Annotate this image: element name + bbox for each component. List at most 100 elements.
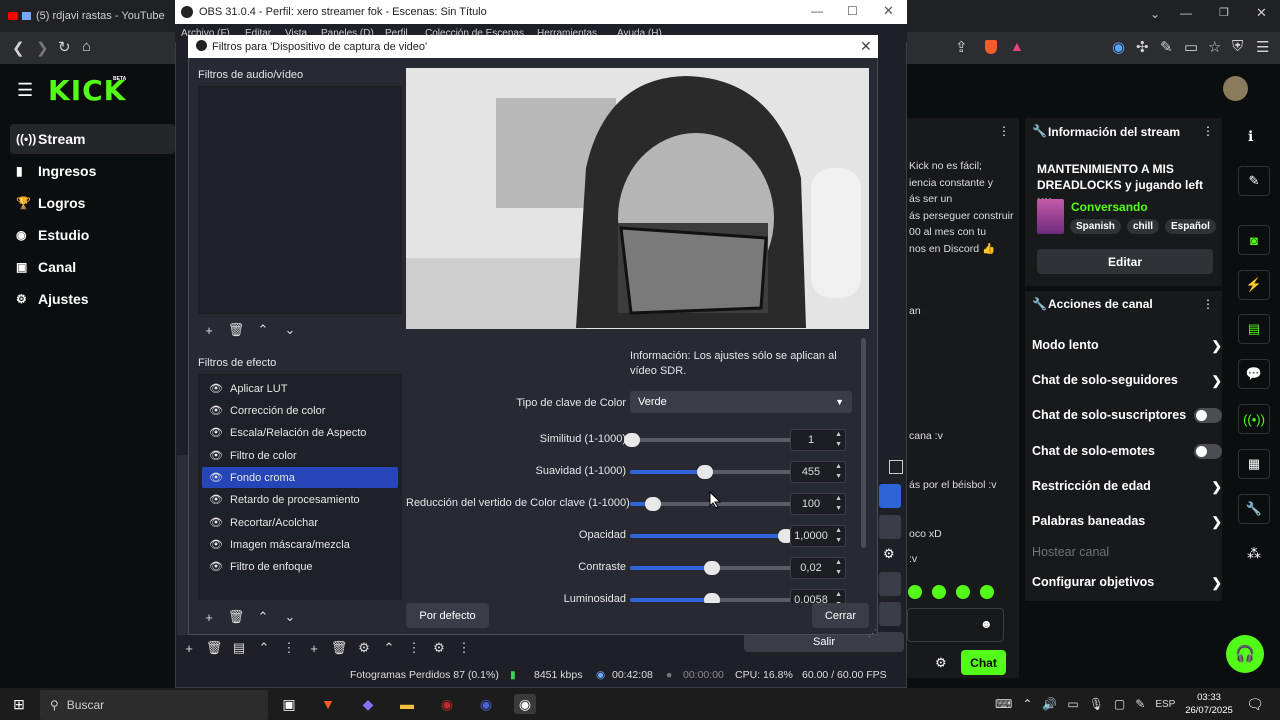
taskbar-search[interactable]: ⚲ Buscar — [40, 690, 268, 720]
panel-menu-icon[interactable]: ⋮ — [1202, 124, 1214, 138]
wallet-icon[interactable]: ▭ — [1184, 38, 1198, 56]
spin-arrows-icon[interactable]: ▲▼ — [835, 462, 842, 482]
pen-icon[interactable]: ✎ — [1135, 697, 1145, 711]
brave-shield-icon[interactable] — [985, 40, 997, 54]
mixer-settings-icon[interactable]: ⚙ — [428, 638, 450, 658]
defaults-button[interactable]: Por defecto — [406, 603, 489, 628]
close-window-icon[interactable]: ✕ — [1256, 5, 1267, 21]
app-red-icon[interactable]: ◉ — [436, 694, 458, 714]
notification-icon[interactable]: 🗨 — [1244, 694, 1266, 714]
nav-logros[interactable]: 🏆 Logros — [10, 188, 175, 218]
settings-gear-icon[interactable]: ⚙ — [883, 546, 895, 562]
avatar[interactable] — [1223, 76, 1248, 101]
eye-icon[interactable]: 👁 — [202, 449, 230, 462]
language-indicator[interactable]: ESP — [1155, 699, 1175, 710]
slider-handle[interactable] — [644, 497, 661, 511]
more-icon[interactable]: ⋮ — [403, 638, 425, 658]
eye-icon[interactable]: 👁 — [202, 538, 230, 551]
add-icon[interactable]: + — [178, 638, 200, 658]
resize-grip-icon[interactable]: ⋰ — [868, 628, 877, 639]
chevron-up-icon[interactable]: ⌃ — [253, 638, 275, 658]
filter-item[interactable]: 👁 Corrección de color — [202, 400, 398, 421]
voice-icon[interactable]: ◉ — [1112, 38, 1125, 56]
tag-pill[interactable]: chill — [1127, 219, 1160, 234]
filter-item[interactable]: 👁 Aplicar LUT — [202, 378, 398, 399]
share-icon[interactable]: ⇪ — [955, 38, 968, 56]
eye-icon[interactable]: 👁 — [202, 493, 230, 506]
key-type-select[interactable]: Verde ▼ — [630, 391, 852, 413]
brave-icon[interactable]: ▼ — [317, 694, 339, 714]
close-window-icon[interactable]: ✕ — [883, 3, 894, 19]
start-streaming-button[interactable] — [879, 484, 901, 508]
audio-video-filter-list[interactable] — [198, 86, 402, 314]
trash-icon[interactable]: 🗑 — [203, 638, 225, 658]
maximize-icon[interactable]: ☐ — [847, 4, 858, 18]
action-hostear-canal[interactable]: Hostear canal — [1032, 540, 1222, 564]
copilot-icon[interactable]: ◆ — [357, 694, 379, 714]
trash-icon[interactable]: 🗑 — [328, 638, 350, 658]
slider-handle[interactable] — [623, 433, 640, 447]
tag-pill[interactable]: Español — [1165, 219, 1216, 234]
filter-item[interactable]: 👁 Filtro de color — [202, 445, 398, 466]
home-icon[interactable]: ⌂ — [82, 38, 91, 55]
action-palabras-baneadas[interactable]: Palabras baneadas ❯ — [1032, 509, 1222, 533]
forward-icon[interactable]: ❯ — [36, 39, 49, 57]
filter-item[interactable]: 👁 Escala/Relación de Aspecto — [202, 422, 398, 443]
move-up-icon[interactable]: ⌃ — [252, 607, 274, 627]
back-icon[interactable]: ❮ — [12, 39, 25, 57]
value-spinbox[interactable]: 1 ▲ ▼ — [790, 429, 846, 451]
move-down-icon[interactable]: ⌄ — [279, 607, 301, 627]
volume-icon[interactable]: 🔊 — [1042, 697, 1057, 711]
action-restriccion-edad[interactable]: Restricción de edad ❯ — [1032, 474, 1222, 498]
slider-track[interactable] — [630, 561, 794, 575]
minimize-icon[interactable]: — — [811, 4, 823, 18]
add-filter-icon[interactable]: + — [198, 607, 220, 627]
spin-arrows-icon[interactable]: ▲▼ — [835, 430, 842, 450]
add-icon[interactable]: + — [303, 638, 325, 658]
action-solo-emotes[interactable]: Chat de solo-emotes — [1032, 439, 1222, 463]
action-solo-suscriptores[interactable]: Chat de solo-suscriptores — [1032, 403, 1222, 427]
move-down-icon[interactable]: ⌄ — [279, 320, 301, 340]
spin-arrows-icon[interactable]: ▲▼ — [835, 494, 842, 514]
eye-icon[interactable]: 👁 — [202, 471, 230, 484]
toggle-switch[interactable] — [1194, 443, 1222, 459]
task-view-icon[interactable]: ▣ — [278, 694, 300, 714]
camera-icon[interactable]: ◙ — [1238, 225, 1270, 255]
eye-icon[interactable]: 👁 — [202, 404, 230, 417]
restore-icon[interactable]: ❐ — [1219, 6, 1229, 19]
slider-track[interactable] — [630, 465, 794, 479]
headset-help-icon[interactable]: 🎧 — [1226, 635, 1264, 673]
remove-filter-icon[interactable]: 🗑 — [225, 320, 247, 340]
obs-taskbar-icon[interactable]: ◉ — [514, 694, 536, 714]
eye-icon[interactable]: 👁 — [202, 382, 230, 395]
chat-menu-icon[interactable]: ⋮ — [998, 124, 1010, 138]
slider-track[interactable] — [630, 593, 794, 603]
layout-toggle-icon[interactable] — [889, 460, 903, 474]
close-button[interactable]: Cerrar — [812, 603, 869, 628]
action-configurar-objetivos[interactable]: Configurar objetivos ❯ — [1032, 570, 1222, 594]
bolt-icon[interactable]: ⚡ — [1238, 270, 1270, 300]
value-spinbox[interactable]: 0,02 ▲ ▼ — [790, 557, 846, 579]
emote-icon[interactable] — [980, 585, 994, 599]
app-blue-icon[interactable]: ◉ — [475, 694, 497, 714]
gear-icon[interactable]: ⚙ — [353, 638, 375, 658]
reload-icon[interactable]: ↻ — [58, 38, 71, 56]
panel-menu-icon[interactable]: ⋮ — [1202, 297, 1214, 311]
filter-icon[interactable]: ▤ — [228, 638, 250, 658]
vpn-icon[interactable]: ⛨ — [1232, 38, 1243, 55]
exit-button[interactable]: Salir — [744, 632, 904, 652]
filter-item-selected[interactable]: 👁 Fondo croma — [202, 467, 398, 488]
favorites-icon[interactable]: ☆ — [1208, 38, 1221, 56]
tab-dropdown-icon[interactable]: ⌄ — [1150, 7, 1160, 21]
control-button[interactable] — [879, 515, 901, 539]
file-explorer-icon[interactable]: ▬ — [396, 694, 418, 714]
nav-stream[interactable]: ((•)) Stream — [10, 124, 175, 154]
emote-icon[interactable] — [956, 585, 970, 599]
chevron-up-icon[interactable]: ⌃ — [1022, 697, 1032, 711]
nav-estudio[interactable]: ◉ Estudio — [10, 220, 175, 250]
emote-icon[interactable] — [932, 585, 946, 599]
more-icon[interactable]: ⋮ — [453, 638, 475, 658]
nav-ingresos[interactable]: ▮ Ingresos — [10, 156, 175, 186]
spin-arrows-icon[interactable]: ▲▼ — [835, 558, 842, 578]
more-icon[interactable]: ⋮ — [278, 638, 300, 658]
